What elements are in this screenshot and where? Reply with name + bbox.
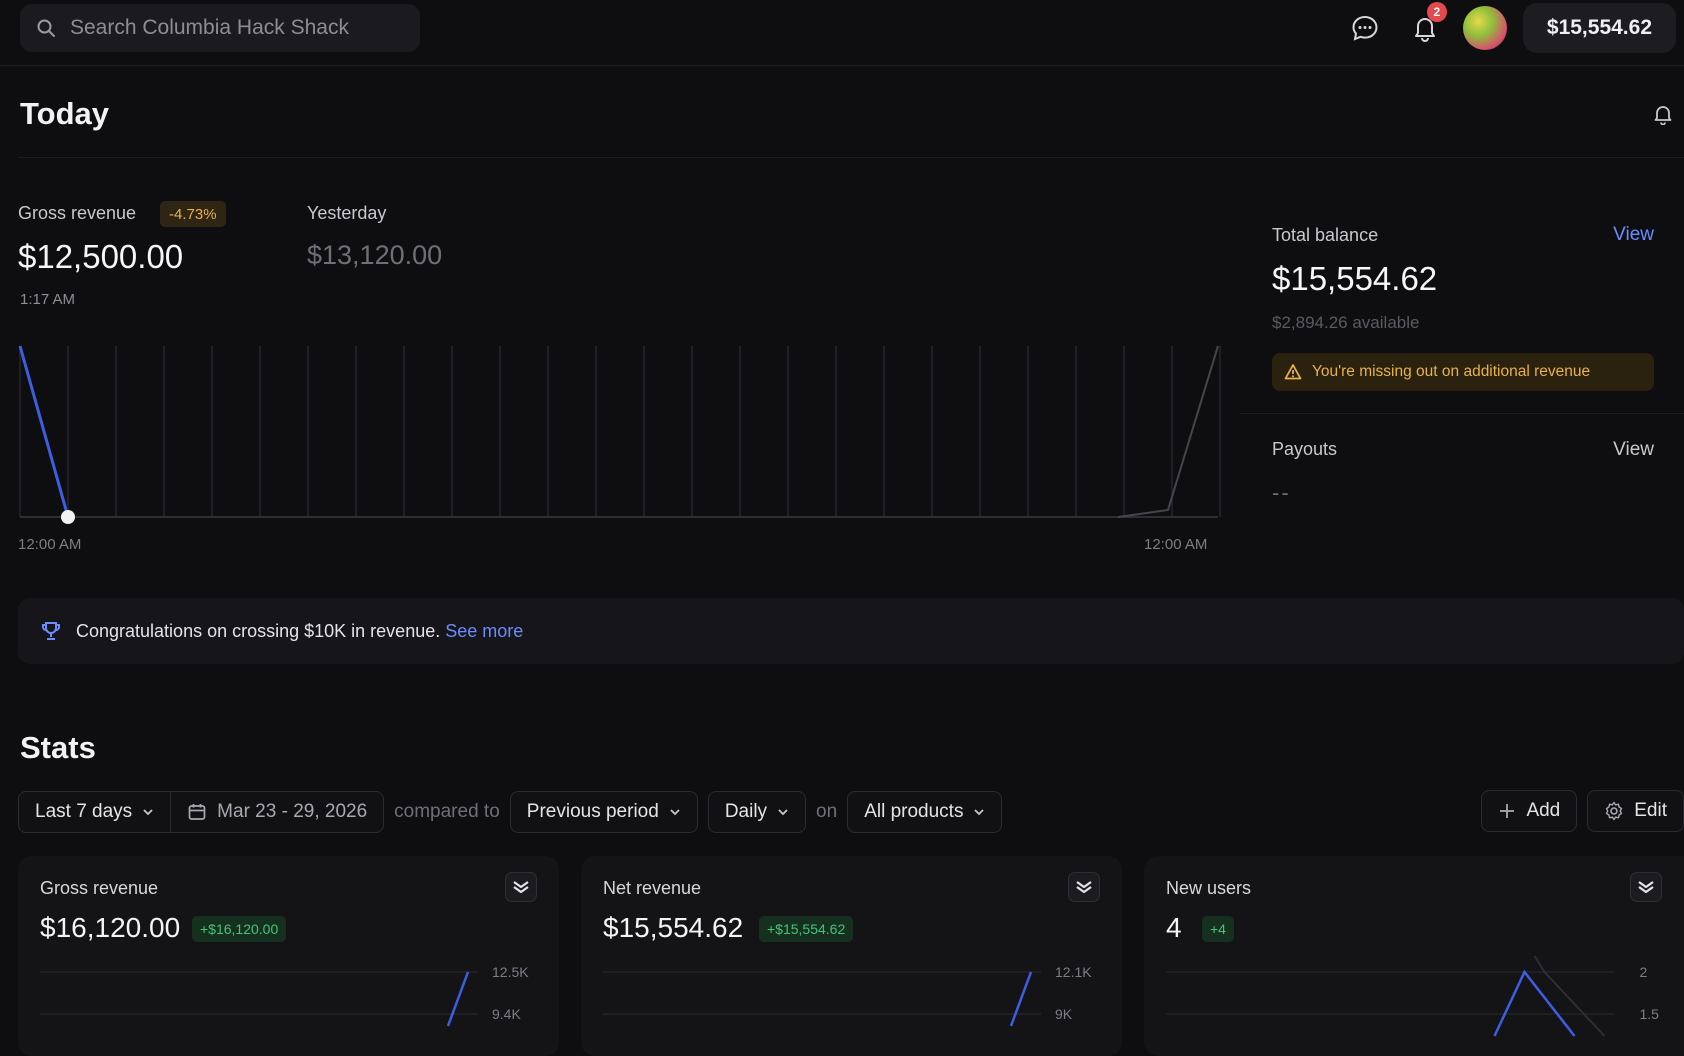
card-delta-badge: +$15,554.62 [759,916,854,942]
products-dropdown[interactable]: All products [847,791,1003,833]
card-value: $15,554.62 [603,912,744,943]
tick-label: 12.1K [1055,964,1092,980]
payouts-view-link[interactable]: View [1613,439,1654,461]
chevron-double-down-icon [513,881,529,894]
stats-filters: Last 7 days Mar 23 - 29, 2026 compared t… [18,790,1003,834]
tick-label: 9.4K [492,1006,521,1022]
chevron-double-down-icon [1638,881,1654,894]
previous-period-line [1117,345,1219,518]
today-series-line [18,345,70,518]
interval-dropdown[interactable]: Daily [707,791,807,833]
on-label: on [816,801,838,822]
payouts-value: -- [1272,480,1291,505]
card-title: Net revenue [603,878,702,898]
chevron-down-icon [670,809,680,816]
comparison-label: Previous period [526,801,659,822]
chevron-down-icon [778,809,788,816]
stat-card-net-revenue[interactable]: Net revenue $15,554.62 +$15,554.62 12.1K… [581,856,1122,1056]
interval-label: Daily [724,801,768,822]
plus-icon [1500,804,1515,818]
chevron-down-icon [143,809,153,816]
gear-icon [1606,801,1623,821]
tick-label: 12.5K [492,964,529,980]
gross-revenue-value: $12,500.00 [18,238,184,275]
gross-revenue-delta-badge: -4.73% [160,201,226,227]
search-icon [37,19,55,37]
tick-label: 1.5 [1640,1006,1660,1022]
date-range-label: Mar 23 - 29, 2026 [217,801,368,822]
x-axis-start-label: 12:00 AM [18,536,82,553]
avatar[interactable] [1462,6,1507,50]
bell-icon[interactable] [1652,103,1674,130]
top-bar: 2 $15,554.62 [0,0,1684,66]
divider [1240,413,1684,414]
card-chart: 12.5K 9.4K [40,964,529,1027]
warning-icon [1284,364,1302,380]
chevron-down-icon [974,809,985,816]
search-bar[interactable] [20,4,420,52]
missing-revenue-alert[interactable]: You're missing out on additional revenue [1272,353,1654,391]
card-title: Gross revenue [40,878,159,898]
compared-to-label: compared to [394,801,500,822]
card-series-line [1009,971,1033,1027]
gross-revenue-label: Gross revenue [18,203,137,223]
chevron-double-down-icon [1076,881,1092,894]
trophy-icon [42,622,60,640]
card-chart: 12.1K 9K [603,964,1092,1027]
tick-label: 9K [1055,1006,1073,1022]
calendar-icon [188,804,206,820]
stats-actions: Add Edit [1481,790,1684,832]
milestone-banner: Congratulations on crossing $10K in reve… [18,598,1684,664]
card-value: $16,120.00 [40,912,181,943]
products-label: All products [864,801,964,822]
chart-gridlines [19,346,1221,517]
notification-bell-icon[interactable]: 2 [1403,2,1447,50]
range-dropdown[interactable]: Last 7 days [18,791,172,833]
card-series-line [1493,969,1576,1037]
previous-period-line [1533,956,1606,1037]
card-title: New users [1166,878,1252,898]
current-point-marker[interactable] [61,510,75,524]
today-revenue-chart[interactable] [0,330,1230,560]
notification-badge: 2 [1426,2,1447,22]
comparison-dropdown[interactable]: Previous period [509,791,698,833]
alert-text: You're missing out on additional revenue [1312,363,1591,380]
page-title: Today [20,96,109,131]
total-balance-value: $15,554.62 [1272,260,1438,297]
edit-button[interactable]: Edit [1587,790,1684,832]
card-delta-badge: +4 [1202,916,1234,942]
card-delta-badge: +$16,120.00 [192,916,287,942]
x-axis-end-label: 12:00 AM [1144,536,1208,553]
stat-card-new-users[interactable]: New users 4 +4 2 1.5 [1144,856,1684,1056]
total-balance-view-link[interactable]: View [1613,224,1654,246]
banner-text: Congratulations on crossing $10K in reve… [76,620,441,641]
divider [18,157,1684,158]
payouts-label: Payouts [1272,439,1338,459]
stat-card-gross-revenue[interactable]: Gross revenue $16,120.00 +$16,120.00 12.… [18,856,559,1056]
card-collapse-button[interactable] [505,872,537,902]
tick-label: 2 [1640,964,1648,980]
add-label: Add [1526,800,1561,821]
yesterday-label: Yesterday [307,203,387,223]
card-series-line [446,971,470,1027]
card-collapse-button[interactable] [1630,872,1662,902]
card-collapse-button[interactable] [1068,872,1100,902]
card-chart: 2 1.5 [1166,956,1660,1037]
available-balance: $2,894.26 available [1272,313,1420,332]
date-range-picker[interactable]: Mar 23 - 29, 2026 [171,791,385,833]
edit-label: Edit [1634,800,1667,821]
range-label: Last 7 days [35,801,133,822]
yesterday-value: $13,120.00 [307,240,443,270]
search-input[interactable] [70,16,400,40]
see-more-link[interactable]: See more [445,621,523,641]
current-time: 1:17 AM [20,291,76,308]
add-button[interactable]: Add [1481,790,1578,832]
stats-title: Stats [20,730,96,765]
balance-pill[interactable]: $15,554.62 [1522,3,1676,53]
chat-icon[interactable] [1343,6,1387,50]
total-balance-label: Total balance [1272,225,1379,245]
card-value: 4 [1166,912,1182,943]
